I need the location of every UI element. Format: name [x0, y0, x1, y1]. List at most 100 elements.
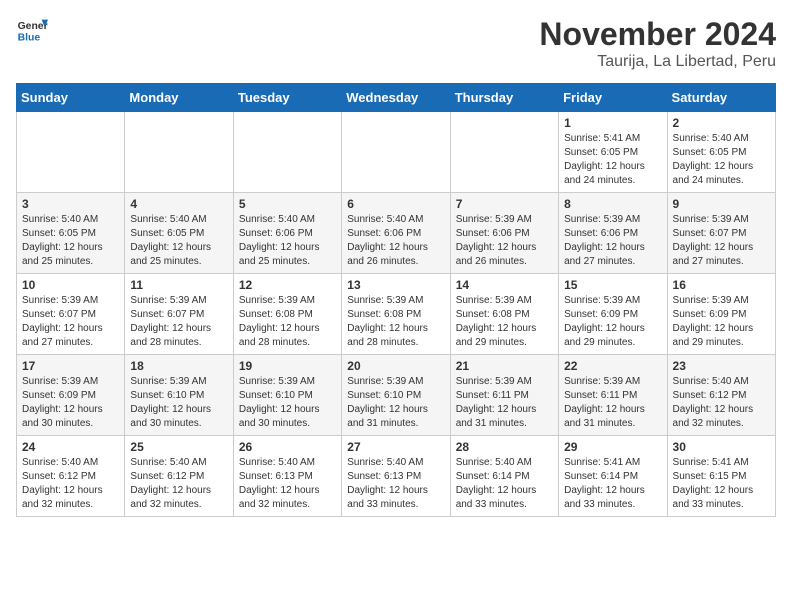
svg-text:Blue: Blue: [18, 32, 41, 43]
day-number: 19: [239, 359, 336, 373]
day-number: 28: [456, 440, 553, 454]
calendar-week-row: 24 Sunrise: 5:40 AM Sunset: 6:12 PM Dayli…: [17, 436, 776, 517]
calendar-cell: 18 Sunrise: 5:39 AM Sunset: 6:10 PM Dayli…: [125, 355, 233, 436]
calendar-cell: 1 Sunrise: 5:41 AM Sunset: 6:05 PM Daylig…: [559, 112, 667, 193]
calendar-cell: 24 Sunrise: 5:40 AM Sunset: 6:12 PM Dayli…: [17, 436, 125, 517]
day-number: 13: [347, 278, 444, 292]
day-info: Sunrise: 5:39 AM Sunset: 6:09 PM Dayligh…: [673, 294, 770, 350]
day-info: Sunrise: 5:40 AM Sunset: 6:12 PM Dayligh…: [130, 456, 227, 512]
calendar-table: SundayMondayTuesdayWednesdayThursdayFrid…: [16, 83, 776, 517]
day-info: Sunrise: 5:40 AM Sunset: 6:14 PM Dayligh…: [456, 456, 553, 512]
calendar-cell: 26 Sunrise: 5:40 AM Sunset: 6:13 PM Dayli…: [233, 436, 341, 517]
day-number: 5: [239, 197, 336, 211]
calendar-cell: 21 Sunrise: 5:39 AM Sunset: 6:11 PM Dayli…: [450, 355, 558, 436]
calendar-cell: 14 Sunrise: 5:39 AM Sunset: 6:08 PM Dayli…: [450, 274, 558, 355]
day-info: Sunrise: 5:40 AM Sunset: 6:05 PM Dayligh…: [130, 213, 227, 269]
calendar-day-header: Wednesday: [342, 84, 450, 112]
calendar-cell: 10 Sunrise: 5:39 AM Sunset: 6:07 PM Dayli…: [17, 274, 125, 355]
calendar-cell: 12 Sunrise: 5:39 AM Sunset: 6:08 PM Dayli…: [233, 274, 341, 355]
day-info: Sunrise: 5:39 AM Sunset: 6:08 PM Dayligh…: [239, 294, 336, 350]
day-info: Sunrise: 5:39 AM Sunset: 6:08 PM Dayligh…: [456, 294, 553, 350]
calendar-day-header: Thursday: [450, 84, 558, 112]
day-info: Sunrise: 5:39 AM Sunset: 6:10 PM Dayligh…: [239, 375, 336, 431]
day-info: Sunrise: 5:41 AM Sunset: 6:15 PM Dayligh…: [673, 456, 770, 512]
calendar-cell: 17 Sunrise: 5:39 AM Sunset: 6:09 PM Dayli…: [17, 355, 125, 436]
calendar-cell: 11 Sunrise: 5:39 AM Sunset: 6:07 PM Dayli…: [125, 274, 233, 355]
calendar-cell: 4 Sunrise: 5:40 AM Sunset: 6:05 PM Daylig…: [125, 193, 233, 274]
day-number: 16: [673, 278, 770, 292]
calendar-subtitle: Taurija, La Libertad, Peru: [539, 53, 776, 71]
day-number: 3: [22, 197, 119, 211]
day-number: 2: [673, 116, 770, 130]
day-info: Sunrise: 5:40 AM Sunset: 6:13 PM Dayligh…: [239, 456, 336, 512]
day-info: Sunrise: 5:40 AM Sunset: 6:12 PM Dayligh…: [673, 375, 770, 431]
day-number: 21: [456, 359, 553, 373]
day-info: Sunrise: 5:39 AM Sunset: 6:11 PM Dayligh…: [456, 375, 553, 431]
calendar-title: November 2024: [539, 16, 776, 53]
calendar-cell: [233, 112, 341, 193]
day-number: 7: [456, 197, 553, 211]
day-number: 20: [347, 359, 444, 373]
calendar-cell: 30Sunrise: 5:41 AM Sunset: 6:15 PM Dayli…: [667, 436, 775, 517]
calendar-day-header: Sunday: [17, 84, 125, 112]
calendar-cell: 23 Sunrise: 5:40 AM Sunset: 6:12 PM Dayli…: [667, 355, 775, 436]
day-info: Sunrise: 5:40 AM Sunset: 6:13 PM Dayligh…: [347, 456, 444, 512]
calendar-cell: 20Sunrise: 5:39 AM Sunset: 6:10 PM Dayli…: [342, 355, 450, 436]
calendar-cell: 19 Sunrise: 5:39 AM Sunset: 6:10 PM Dayli…: [233, 355, 341, 436]
logo: General Blue: [16, 16, 48, 44]
calendar-cell: 8 Sunrise: 5:39 AM Sunset: 6:06 PM Daylig…: [559, 193, 667, 274]
day-info: Sunrise: 5:40 AM Sunset: 6:06 PM Dayligh…: [239, 213, 336, 269]
calendar-cell: [125, 112, 233, 193]
day-info: Sunrise: 5:39 AM Sunset: 6:07 PM Dayligh…: [130, 294, 227, 350]
calendar-week-row: 17 Sunrise: 5:39 AM Sunset: 6:09 PM Dayli…: [17, 355, 776, 436]
calendar-cell: 3 Sunrise: 5:40 AM Sunset: 6:05 PM Daylig…: [17, 193, 125, 274]
day-info: Sunrise: 5:39 AM Sunset: 6:06 PM Dayligh…: [456, 213, 553, 269]
day-number: 8: [564, 197, 661, 211]
day-number: 9: [673, 197, 770, 211]
day-number: 27: [347, 440, 444, 454]
day-number: 10: [22, 278, 119, 292]
calendar-cell: 27 Sunrise: 5:40 AM Sunset: 6:13 PM Dayli…: [342, 436, 450, 517]
day-info: Sunrise: 5:40 AM Sunset: 6:05 PM Dayligh…: [673, 132, 770, 188]
day-info: Sunrise: 5:39 AM Sunset: 6:07 PM Dayligh…: [673, 213, 770, 269]
day-number: 12: [239, 278, 336, 292]
day-number: 14: [456, 278, 553, 292]
day-info: Sunrise: 5:40 AM Sunset: 6:05 PM Dayligh…: [22, 213, 119, 269]
day-info: Sunrise: 5:41 AM Sunset: 6:14 PM Dayligh…: [564, 456, 661, 512]
day-info: Sunrise: 5:39 AM Sunset: 6:07 PM Dayligh…: [22, 294, 119, 350]
day-number: 11: [130, 278, 227, 292]
day-number: 24: [22, 440, 119, 454]
day-number: 18: [130, 359, 227, 373]
day-info: Sunrise: 5:39 AM Sunset: 6:09 PM Dayligh…: [22, 375, 119, 431]
day-info: Sunrise: 5:41 AM Sunset: 6:05 PM Dayligh…: [564, 132, 661, 188]
calendar-week-row: 10 Sunrise: 5:39 AM Sunset: 6:07 PM Dayli…: [17, 274, 776, 355]
calendar-cell: 2 Sunrise: 5:40 AM Sunset: 6:05 PM Daylig…: [667, 112, 775, 193]
day-number: 4: [130, 197, 227, 211]
calendar-cell: 25 Sunrise: 5:40 AM Sunset: 6:12 PM Dayli…: [125, 436, 233, 517]
day-number: 15: [564, 278, 661, 292]
day-number: 26: [239, 440, 336, 454]
day-number: 17: [22, 359, 119, 373]
day-info: Sunrise: 5:39 AM Sunset: 6:09 PM Dayligh…: [564, 294, 661, 350]
calendar-cell: [342, 112, 450, 193]
day-info: Sunrise: 5:40 AM Sunset: 6:12 PM Dayligh…: [22, 456, 119, 512]
day-info: Sunrise: 5:39 AM Sunset: 6:08 PM Dayligh…: [347, 294, 444, 350]
calendar-day-header: Monday: [125, 84, 233, 112]
day-number: 22: [564, 359, 661, 373]
day-number: 25: [130, 440, 227, 454]
day-number: 1: [564, 116, 661, 130]
day-info: Sunrise: 5:39 AM Sunset: 6:10 PM Dayligh…: [130, 375, 227, 431]
calendar-cell: 6 Sunrise: 5:40 AM Sunset: 6:06 PM Daylig…: [342, 193, 450, 274]
calendar-day-header: Friday: [559, 84, 667, 112]
day-info: Sunrise: 5:39 AM Sunset: 6:11 PM Dayligh…: [564, 375, 661, 431]
calendar-day-header: Tuesday: [233, 84, 341, 112]
page-header: General Blue November 2024 Taurija, La L…: [16, 16, 776, 71]
day-info: Sunrise: 5:39 AM Sunset: 6:06 PM Dayligh…: [564, 213, 661, 269]
calendar-day-header: Saturday: [667, 84, 775, 112]
calendar-cell: 13 Sunrise: 5:39 AM Sunset: 6:08 PM Dayli…: [342, 274, 450, 355]
day-info: Sunrise: 5:40 AM Sunset: 6:06 PM Dayligh…: [347, 213, 444, 269]
calendar-cell: 7 Sunrise: 5:39 AM Sunset: 6:06 PM Daylig…: [450, 193, 558, 274]
day-number: 6: [347, 197, 444, 211]
calendar-cell: [17, 112, 125, 193]
day-number: 23: [673, 359, 770, 373]
